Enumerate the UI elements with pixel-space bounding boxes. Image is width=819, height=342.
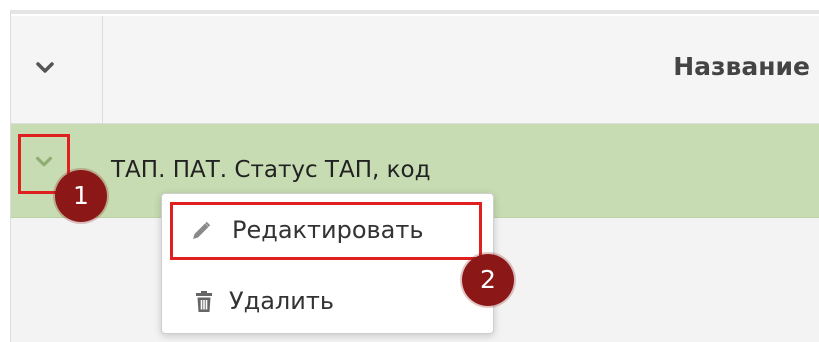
delete-menu-item[interactable]: Удалить xyxy=(170,274,482,332)
chevron-down-icon[interactable] xyxy=(33,56,57,80)
edit-menu-label: Редактировать xyxy=(232,216,424,244)
row-context-menu: Редактировать Удалить xyxy=(161,193,494,334)
top-divider xyxy=(11,10,819,14)
grid-panel: Название ТАП. ПАТ. Статус ТАП, код Редак… xyxy=(10,10,819,342)
header-toggle-cell[interactable] xyxy=(11,16,103,123)
delete-menu-label: Удалить xyxy=(229,287,334,315)
edit-menu-item[interactable]: Редактировать xyxy=(170,202,482,260)
table-header-row: Название xyxy=(11,16,819,124)
column-header-name[interactable]: Название xyxy=(673,52,810,81)
trash-icon xyxy=(196,291,212,312)
callout-badge-1: 1 xyxy=(55,170,107,222)
chevron-down-icon[interactable] xyxy=(33,151,55,173)
pencil-icon xyxy=(193,221,211,239)
row-name-cell[interactable]: ТАП. ПАТ. Статус ТАП, код xyxy=(111,157,430,183)
callout-badge-2: 2 xyxy=(462,254,514,306)
